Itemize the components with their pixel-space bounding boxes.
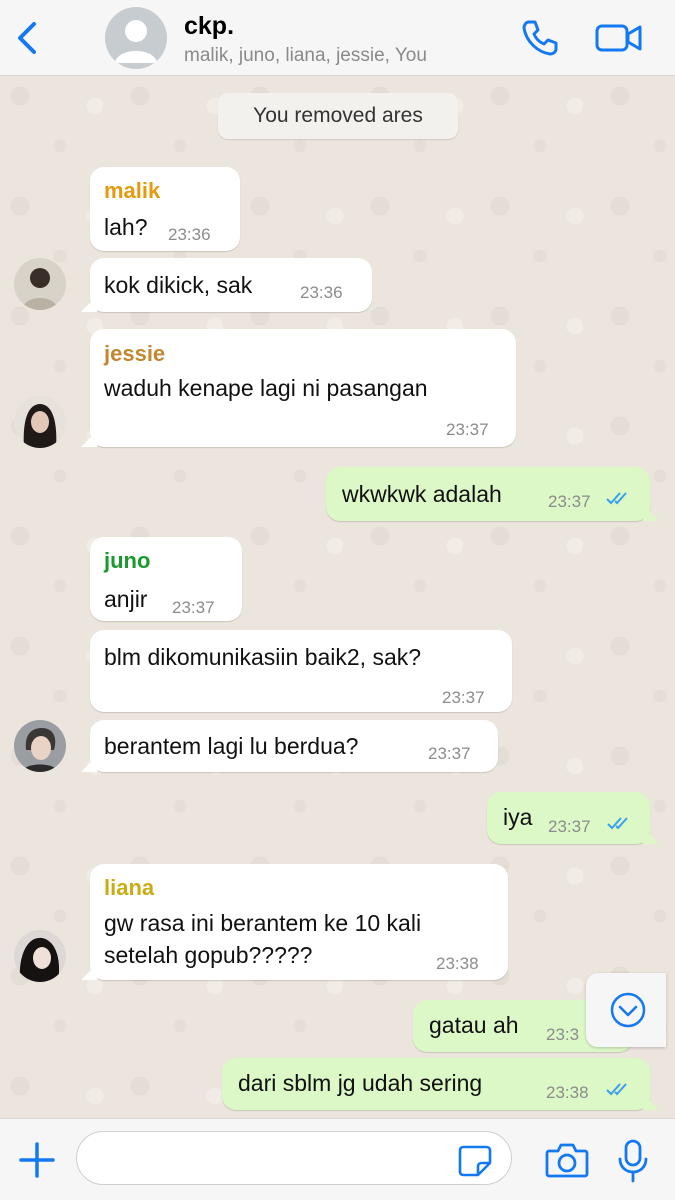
message-text: anjir xyxy=(104,586,148,612)
message-bubble-outgoing[interactable]: dari sblm jg udah sering 23:38 xyxy=(222,1058,659,1110)
message-bubble[interactable]: jessie waduh kenape lagi ni pasangan 23:… xyxy=(81,329,516,447)
read-ticks-icon xyxy=(607,817,628,830)
message-bubble[interactable]: blm dikomunikasiin baik2, sak? 23:37 xyxy=(90,630,512,712)
message-time: 23:37 xyxy=(548,817,591,836)
chevron-down-circle-icon xyxy=(610,992,646,1028)
sender-name: jessie xyxy=(104,341,166,366)
sender-name: juno xyxy=(104,548,151,573)
message-time: 23:37 xyxy=(428,744,471,763)
message-text-line-1: gw rasa ini berantem ke 10 kali xyxy=(104,910,422,936)
message-text: lah? xyxy=(104,214,148,240)
read-ticks-icon xyxy=(606,492,627,505)
message-time: 23:38 xyxy=(546,1083,589,1102)
message-text-line-2: setelah gopub????? xyxy=(104,942,313,968)
message-text: iya xyxy=(503,804,533,830)
message-time: 23:3 xyxy=(546,1025,580,1044)
message-text: dari sblm jg udah sering xyxy=(238,1070,483,1096)
scroll-to-bottom-button[interactable] xyxy=(586,973,666,1047)
group-avatar[interactable] xyxy=(105,7,167,69)
message-text: blm dikomunikasiin baik2, sak? xyxy=(104,644,422,670)
message-time: 23:36 xyxy=(168,225,211,244)
message-bubble[interactable]: juno anjir 23:37 xyxy=(90,537,242,621)
read-ticks-icon xyxy=(606,1083,627,1096)
chat-header: ckp. malik, juno, liana, jessie, You xyxy=(0,0,675,76)
message-bubble[interactable]: kok dikick, sak 23:36 xyxy=(81,258,372,312)
person-icon xyxy=(115,20,157,63)
message-input[interactable] xyxy=(76,1131,512,1185)
message-composer xyxy=(0,1118,675,1200)
chat-title[interactable]: ckp. xyxy=(184,12,234,41)
video-camera-icon[interactable] xyxy=(594,20,644,56)
message-bubble[interactable]: berantem lagi lu berdua? 23:37 xyxy=(81,720,498,772)
message-time: 23:38 xyxy=(436,954,479,973)
sticker-icon[interactable] xyxy=(458,1145,492,1177)
camera-icon[interactable] xyxy=(545,1141,589,1179)
plus-icon[interactable] xyxy=(18,1141,56,1179)
message-bubble[interactable]: liana gw rasa ini berantem ke 10 kali se… xyxy=(81,864,508,980)
message-text: berantem lagi lu berdua? xyxy=(104,733,359,759)
message-bubble-outgoing[interactable]: wkwkwk adalah 23:37 xyxy=(326,467,659,521)
chat-participants[interactable]: malik, juno, liana, jessie, You xyxy=(184,45,427,67)
message-time: 23:37 xyxy=(172,598,215,617)
sender-name: liana xyxy=(104,875,155,900)
message-time: 23:37 xyxy=(442,688,485,707)
system-message: You removed ares xyxy=(218,93,458,139)
message-text: wkwkwk adalah xyxy=(342,481,502,507)
phone-icon[interactable] xyxy=(520,18,560,58)
avatar-juno[interactable] xyxy=(14,720,66,772)
message-bubble[interactable]: malik lah? 23:36 xyxy=(90,167,240,251)
avatar-jessie[interactable] xyxy=(14,396,66,448)
message-text: kok dikick, sak xyxy=(104,272,253,298)
message-time: 23:36 xyxy=(300,283,343,302)
microphone-icon[interactable] xyxy=(616,1139,650,1183)
message-bubble-outgoing[interactable]: iya 23:37 xyxy=(487,792,659,844)
message-time: 23:37 xyxy=(548,492,591,511)
message-time: 23:37 xyxy=(446,420,489,439)
avatar-liana[interactable] xyxy=(14,930,66,982)
sender-name: malik xyxy=(104,178,161,203)
chevron-left-icon[interactable] xyxy=(14,20,44,56)
avatar-malik[interactable] xyxy=(14,258,66,310)
message-text: waduh kenape lagi ni pasangan xyxy=(104,375,428,401)
message-text: gatau ah xyxy=(429,1012,519,1038)
